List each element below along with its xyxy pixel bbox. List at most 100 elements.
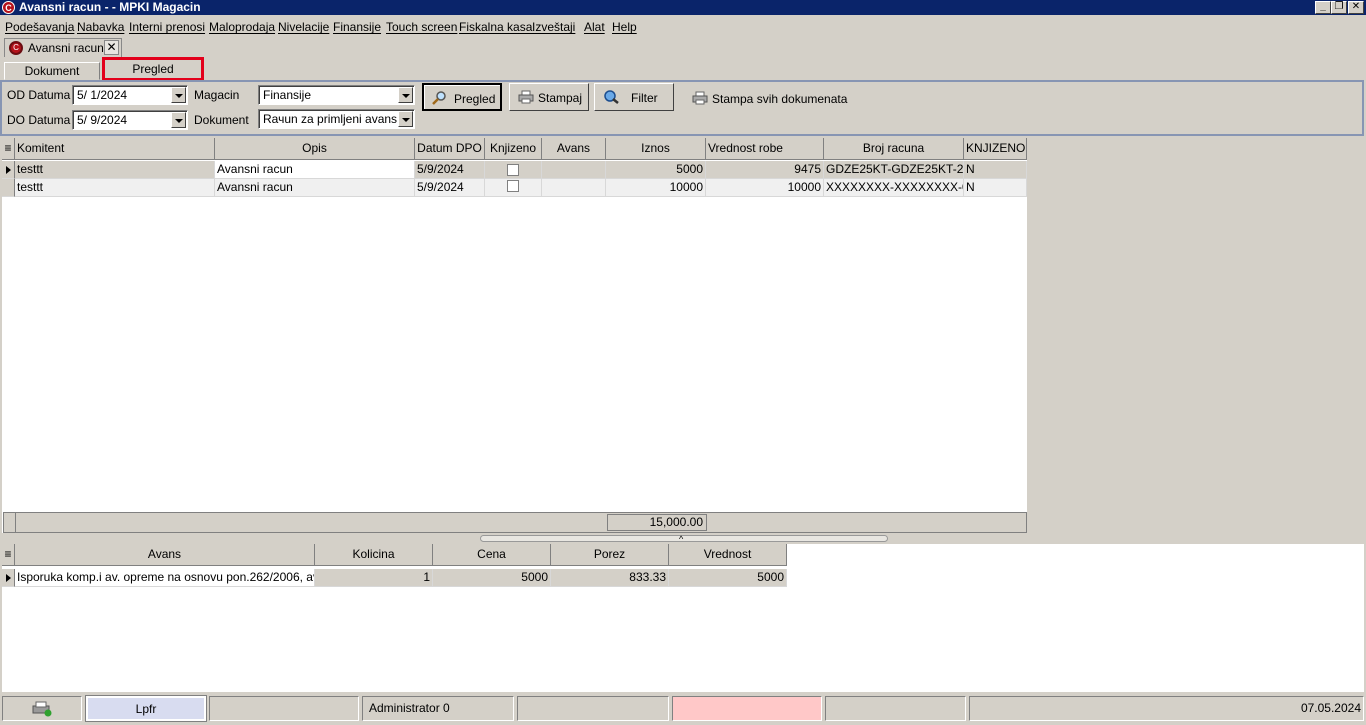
- status-lpfr[interactable]: Lpfr: [86, 696, 206, 721]
- menu-nabavka[interactable]: Nabavka: [77, 20, 124, 34]
- cell-komitent: testtt: [15, 161, 215, 179]
- menu-alat[interactable]: Alat: [584, 20, 605, 34]
- col-broj-racuna[interactable]: Broj racuna: [824, 138, 964, 160]
- close-window-icon[interactable]: ✕: [1348, 1, 1364, 14]
- tab-dokument[interactable]: Dokument: [4, 62, 100, 80]
- do-datuma-picker[interactable]: 5/ 9/2024: [72, 110, 188, 130]
- app-logo-icon: C: [9, 41, 23, 55]
- close-tab-icon[interactable]: ✕: [104, 40, 119, 55]
- window-title: Avansni racun - - MPKI Magacin: [19, 0, 201, 14]
- menu-fiskalna-kasa[interactable]: Fiskalna kasa: [459, 20, 532, 34]
- menu-nivelacije[interactable]: Nivelacije: [278, 20, 329, 34]
- pregled-button-label: Pregled: [454, 92, 496, 106]
- tab-strip: Dokument Pregled: [0, 58, 1366, 80]
- printer-icon: [692, 91, 708, 105]
- chevron-down-icon[interactable]: [171, 87, 186, 103]
- chevron-up-icon[interactable]: ^: [679, 535, 683, 544]
- menu-izvestaji[interactable]: Izveštaji: [532, 20, 575, 34]
- col-cena[interactable]: Cena: [433, 544, 551, 566]
- table-row[interactable]: testtt Avansni racun 5/9/2024 10000 1000…: [2, 179, 1027, 197]
- row-selector-header[interactable]: ≡: [2, 138, 15, 160]
- stampa-svih-button[interactable]: Stampa svih dokumenata: [690, 90, 847, 108]
- col-avans[interactable]: Avans: [542, 138, 606, 160]
- cell-knjizeno-flag: N: [964, 161, 1027, 179]
- filter-magnifier-icon: [604, 90, 619, 104]
- cell-broj-racuna: GDZE25KT-GDZE25KT-25416: [824, 161, 964, 179]
- cell-knjizeno: [485, 161, 542, 179]
- pregled-button[interactable]: Pregled: [422, 83, 502, 111]
- col-datum-dpo[interactable]: Datum DPO: [415, 138, 485, 160]
- cell-kolicina: 1: [315, 569, 433, 587]
- filter-button-label: Filter: [631, 91, 658, 105]
- table-row[interactable]: testtt Avansni racun 5/9/2024 5000 9475 …: [2, 161, 1027, 179]
- menu-help[interactable]: Help: [612, 20, 637, 34]
- col-vrednost-robe[interactable]: Vrednost robe: [706, 138, 824, 160]
- filter-panel: OD Datuma 5/ 1/2024 DO Datuma 5/ 9/2024 …: [0, 80, 1364, 136]
- panel-splitter[interactable]: ^: [480, 535, 888, 544]
- col-iznos[interactable]: Iznos: [606, 138, 706, 160]
- cell-iznos: 5000: [606, 161, 706, 179]
- col-knjizeno-flag[interactable]: KNJIZENO: [964, 138, 1027, 160]
- status-connection[interactable]: [2, 696, 82, 721]
- menu-podesavanja[interactable]: Podešavanja: [5, 20, 74, 34]
- minimize-icon[interactable]: _: [1315, 1, 1331, 14]
- documents-grid: ≡ Komitent Opis Datum DPO Knjizeno Avans…: [2, 138, 1027, 533]
- cell-knjizeno: [485, 179, 542, 197]
- dokument-value: Rачun za primljeni avans: [263, 112, 398, 126]
- magacin-value: Finansije: [263, 88, 312, 102]
- active-tab-highlight: [102, 57, 204, 81]
- col-avans-desc[interactable]: Avans: [15, 544, 315, 566]
- menu-bar: Podešavanja Nabavka Interni prenosi Malo…: [0, 16, 1366, 38]
- cell-opis[interactable]: Avansni racun: [215, 161, 415, 179]
- chevron-down-icon[interactable]: [171, 112, 186, 128]
- magnifier-icon: [432, 91, 446, 105]
- od-datuma-label: OD Datuma: [7, 88, 71, 102]
- menu-interni-prenosi[interactable]: Interni prenosi: [129, 20, 205, 34]
- status-panel-empty: [517, 696, 669, 721]
- col-vrednost[interactable]: Vrednost: [669, 544, 787, 566]
- knjizeno-checkbox[interactable]: [507, 180, 519, 192]
- menu-maloprodaja[interactable]: Maloprodaja: [209, 20, 275, 34]
- knjizeno-checkbox[interactable]: [507, 164, 519, 176]
- cell-datum: 5/9/2024: [415, 179, 485, 197]
- cell-cena: 5000: [433, 569, 551, 587]
- chevron-down-icon[interactable]: [398, 111, 413, 127]
- filter-button[interactable]: Filter: [594, 83, 674, 111]
- cell-iznos: 10000: [606, 179, 706, 197]
- col-porez[interactable]: Porez: [551, 544, 669, 566]
- footer-selector: [4, 513, 16, 532]
- cell-datum: 5/9/2024: [415, 161, 485, 179]
- dokument-select[interactable]: Rачun za primljeni avans: [258, 109, 415, 129]
- avans-items-grid: ≡ Avans Kolicina Cena Porez Vrednost Isp…: [2, 544, 1364, 692]
- total-iznos: 15,000.00: [607, 514, 707, 531]
- menu-touch-screen[interactable]: Touch screen: [386, 20, 457, 34]
- document-tab-label: Avansni racun: [28, 41, 104, 55]
- status-panel-empty: [825, 696, 966, 721]
- row-pointer-icon: [2, 161, 15, 179]
- magacin-select[interactable]: Finansije: [258, 85, 415, 105]
- document-tab[interactable]: C Avansni racun ✕: [4, 38, 122, 57]
- cell-avans-desc[interactable]: Isporuka komp.i av. opreme na osnovu pon…: [15, 569, 315, 587]
- table-row[interactable]: Isporuka komp.i av. opreme na osnovu pon…: [2, 569, 787, 587]
- row-selector-header[interactable]: ≡: [2, 544, 15, 566]
- cell-avans: [542, 161, 606, 179]
- status-user: Administrator 0: [362, 696, 514, 721]
- restore-icon[interactable]: ❐: [1331, 1, 1347, 14]
- col-komitent[interactable]: Komitent: [15, 138, 215, 160]
- menu-finansije[interactable]: Finansije: [333, 20, 381, 34]
- col-kolicina[interactable]: Kolicina: [315, 544, 433, 566]
- col-opis[interactable]: Opis: [215, 138, 415, 160]
- od-datuma-picker[interactable]: 5/ 1/2024: [72, 85, 188, 105]
- stampaj-button[interactable]: Stampaj: [509, 83, 589, 111]
- od-datuma-value: 5/ 1/2024: [77, 88, 128, 102]
- cell-vrednost-robe: 10000: [706, 179, 824, 197]
- col-knjizeno[interactable]: Knjizeno: [485, 138, 542, 160]
- stampaj-button-label: Stampaj: [538, 91, 583, 105]
- stampa-svih-label: Stampa svih dokumenata: [712, 92, 848, 106]
- row-selector[interactable]: [2, 179, 15, 197]
- status-bar: Lpfr Administrator 0 07.05.2024: [0, 695, 1366, 722]
- cell-porez: 833.33: [551, 569, 669, 587]
- do-datuma-value: 5/ 9/2024: [77, 113, 128, 127]
- chevron-down-icon[interactable]: [398, 87, 413, 103]
- cell-opis: Avansni racun: [215, 179, 415, 197]
